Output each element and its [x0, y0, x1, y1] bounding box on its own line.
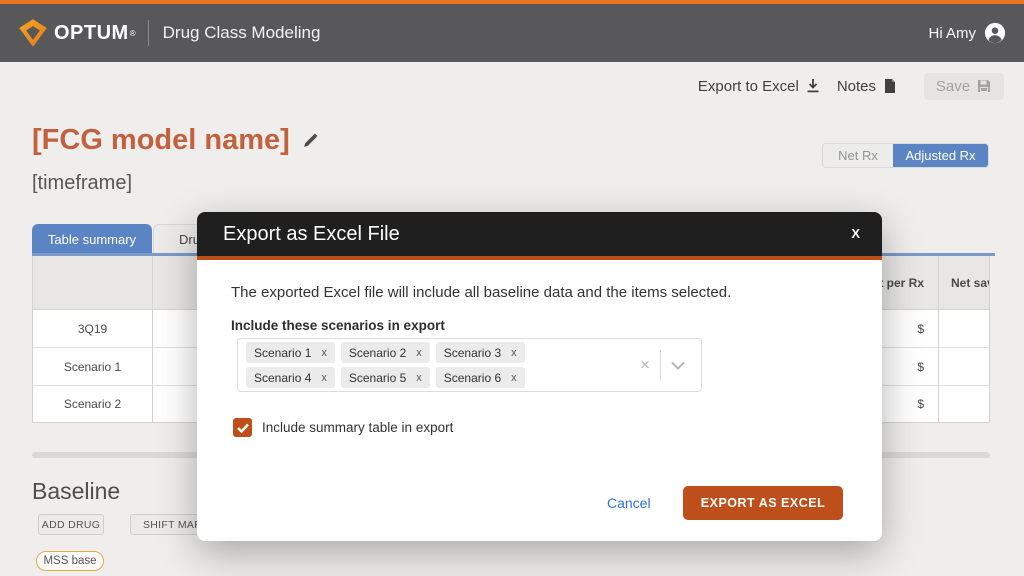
clear-all-icon[interactable]: ×	[630, 355, 660, 375]
optum-logo-icon	[18, 18, 48, 48]
save-button[interactable]: Save	[924, 73, 1004, 100]
table-cell	[939, 348, 989, 386]
scenario-chip-label: Scenario 1	[254, 346, 311, 360]
include-summary-checkbox[interactable]	[233, 418, 252, 437]
table-header-net-savings: Net savi	[939, 256, 989, 310]
scenarios-multiselect[interactable]: Scenario 1 x Scenario 2 x Scenario 3 x Scen…	[237, 338, 702, 392]
toolbar: Export to Excel Notes Save	[0, 62, 1024, 110]
scenario-chip[interactable]: Scenario 4 x	[246, 367, 335, 388]
scenario-chip-label: Scenario 5	[349, 371, 406, 385]
baseline-heading: Baseline	[32, 478, 120, 505]
notes-document-icon	[882, 78, 898, 94]
chip-remove-icon[interactable]: x	[511, 347, 517, 359]
notes-button[interactable]: Notes	[837, 78, 898, 95]
user-avatar-icon[interactable]	[984, 22, 1006, 44]
chip-remove-icon[interactable]: x	[416, 347, 422, 359]
table-row-label: Scenario 2	[33, 386, 153, 423]
topbar-divider	[148, 20, 149, 46]
brand-registered-mark: ®	[130, 29, 136, 38]
mss-base-chip[interactable]: MSS base	[36, 551, 104, 571]
table-cell	[939, 310, 989, 348]
include-summary-label: Include summary table in export	[262, 420, 453, 435]
check-icon	[237, 423, 249, 433]
save-icon	[976, 78, 992, 94]
export-modal-header: Export as Excel File	[197, 212, 882, 260]
summary-table-checkbox-row: Include summary table in export	[233, 418, 453, 437]
timeframe-label: [timeframe]	[32, 172, 132, 195]
add-drug-button[interactable]: ADD DRUG	[38, 514, 104, 535]
scenario-chip-label: Scenario 2	[349, 346, 406, 360]
table-row-label: 3Q19	[33, 310, 153, 348]
chip-remove-icon[interactable]: x	[321, 372, 327, 384]
chip-remove-icon[interactable]: x	[321, 347, 327, 359]
rx-toggle-group: Net Rx Adjusted Rx	[822, 143, 989, 168]
scenario-chip[interactable]: Scenario 3 x	[436, 342, 525, 363]
brand-name: OPTUM	[54, 22, 129, 45]
scenario-chip-list: Scenario 1 x Scenario 2 x Scenario 3 x Scen…	[244, 340, 614, 390]
save-label: Save	[936, 78, 970, 95]
export-as-excel-button[interactable]: EXPORT AS EXCEL	[683, 486, 843, 520]
adjusted-rx-button[interactable]: Adjusted Rx	[893, 144, 988, 167]
export-modal-title: Export as Excel File	[223, 223, 400, 246]
notes-label: Notes	[837, 78, 876, 95]
topbar-right: Hi Amy	[928, 22, 1006, 44]
page-title: [FCG model name]	[32, 124, 290, 157]
topbar: OPTUM® Drug Class Modeling Hi Amy	[0, 0, 1024, 62]
scenarios-select-label: Include these scenarios in export	[231, 318, 445, 333]
chip-remove-icon[interactable]: x	[416, 372, 422, 384]
table-cell	[939, 386, 989, 423]
edit-pencil-icon[interactable]	[302, 132, 319, 149]
multiselect-controls: ×	[630, 350, 695, 380]
export-to-excel-button[interactable]: Export to Excel	[698, 78, 821, 95]
chevron-down-icon[interactable]	[661, 361, 695, 370]
export-modal: Export as Excel File X The exported Exce…	[197, 212, 882, 541]
cancel-button[interactable]: Cancel	[607, 495, 651, 511]
scenario-chip[interactable]: Scenario 6 x	[436, 367, 525, 388]
scenario-chip[interactable]: Scenario 1 x	[246, 342, 335, 363]
export-modal-description: The exported Excel file will include all…	[231, 284, 731, 301]
net-rx-button[interactable]: Net Rx	[823, 144, 893, 167]
scenario-chip-label: Scenario 4	[254, 371, 311, 385]
scenario-chip[interactable]: Scenario 5 x	[341, 367, 430, 388]
chip-remove-icon[interactable]: x	[511, 372, 517, 384]
scenario-chip-label: Scenario 6	[444, 371, 501, 385]
app-title: Drug Class Modeling	[163, 23, 321, 43]
scenario-chip-label: Scenario 3	[444, 346, 501, 360]
app-root: OPTUM® Drug Class Modeling Hi Amy Export…	[0, 0, 1024, 576]
close-icon[interactable]: X	[851, 226, 860, 241]
table-header-blank	[33, 256, 153, 310]
table-row-label: Scenario 1	[33, 348, 153, 386]
scenario-chip[interactable]: Scenario 2 x	[341, 342, 430, 363]
user-greeting: Hi Amy	[928, 25, 976, 42]
tab-table-summary[interactable]: Table summary	[32, 224, 152, 254]
export-to-excel-label: Export to Excel	[698, 78, 799, 95]
download-icon	[805, 78, 821, 94]
